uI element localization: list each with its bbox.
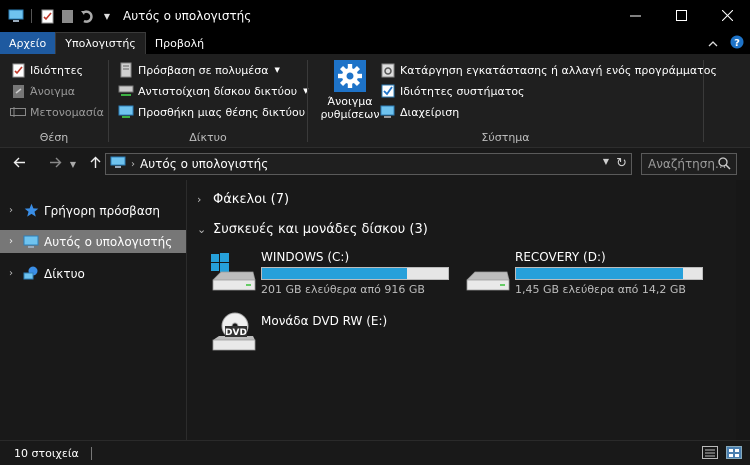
expand-chevron-icon[interactable]: › [0,268,22,279]
breadcrumb-chevron-icon[interactable]: › [131,159,135,170]
ribbon-group-label: Σύστημα [481,131,530,144]
navigation-pane: › Γρήγορη πρόσβαση › Αυτός ο υπολογιστής… [0,180,186,440]
rename-button[interactable]: Μετονομασία [10,104,104,120]
maximize-icon[interactable] [658,0,704,30]
sidebar-item-this-pc[interactable]: › Αυτός ο υπολογιστής [0,230,186,253]
ribbon-group-network: Πρόσβαση σε πολυμέσα ▼ Αντιστοίχιση δίσκ… [109,54,308,148]
ribbon-group-location: Ιδιότητες Άνοιγμα Μετονομασία Θέση [0,54,108,148]
search-box[interactable]: Αναζήτηση... [641,153,737,175]
up-arrow-icon[interactable] [86,156,104,173]
access-media-button[interactable]: Πρόσβαση σε πολυμέσα ▼ [118,62,280,78]
properties-icon[interactable] [39,8,55,24]
drive-name: RECOVERY (D:) [515,250,606,264]
drive-free-space: 1,45 GB ελεύθερα από 14,2 GB [515,283,686,296]
navigation-bar: ▼ › Αυτός ο υπολογιστής ▼ ↻ Αναζήτηση... [0,148,750,180]
dvd-label: DVD [225,328,247,338]
ribbon-group-system: Άνοιγμα ρυθμίσεων Κατάργηση εγκατάστασης… [308,54,717,148]
tab-view[interactable]: Προβολή [146,32,213,54]
group-header-folders[interactable]: › Φάκελοι (7) [197,192,289,207]
manage-button[interactable]: Διαχείριση [380,104,459,120]
drive-used-fill [516,268,684,279]
forward-arrow-icon[interactable] [46,156,64,172]
help-icon[interactable]: ? [730,35,744,52]
refresh-icon[interactable]: ↻ [616,156,627,171]
properties-icon [10,62,26,78]
svg-text:?: ? [734,38,740,49]
quick-access-toolbar: ▼ [0,8,115,24]
ribbon-tabs: Αρχείο Υπολογιστής Προβολή ? [0,32,750,54]
map-network-drive-button[interactable]: Αντιστοίχιση δίσκου δικτύου ▼ [118,83,308,99]
settings-gear-icon [334,60,366,92]
vertical-scrollbar[interactable] [736,180,750,440]
search-icon[interactable] [718,157,731,173]
uninstall-icon [380,62,396,78]
open-button[interactable]: Άνοιγμα [10,83,75,99]
ribbon: Ιδιότητες Άνοιγμα Μετονομασία Θέση Πρόσβ… [0,54,750,148]
address-bar[interactable]: › Αυτός ο υπολογιστής ▼ ↻ [105,153,632,175]
window-title: Αυτός ο υπολογιστής [123,9,252,23]
collapse-chevron-icon[interactable]: ⌄ [197,223,207,236]
breadcrumb-this-pc[interactable]: Αυτός ο υπολογιστής [140,157,268,171]
expand-chevron-icon[interactable]: › [0,205,22,216]
large-icons-view-icon[interactable] [726,446,742,462]
close-icon[interactable] [704,0,750,30]
title-bar: ▼ Αυτός ο υπολογιστής [0,0,750,32]
ribbon-group-label: Δίκτυο [189,131,227,144]
file-view: › Φάκελοι (7) ⌄ Συσκευές και μονάδες δίσ… [186,180,750,440]
expand-chevron-icon[interactable]: › [197,193,207,206]
window-controls [612,0,750,30]
add-network-location-button[interactable]: Προσθήκη μιας θέσης δικτύου [118,104,305,120]
tab-file[interactable]: Αρχείο [0,32,56,54]
customize-qat-icon[interactable]: ▼ [99,8,115,24]
computer-management-icon [380,104,396,120]
drive-d[interactable]: RECOVERY (D:) 1,45 GB ελεύθερα από 14,2 … [463,250,703,298]
back-arrow-icon[interactable] [10,156,28,172]
network-drive-icon [118,83,134,99]
computer-icon [110,156,126,172]
item-count: 10 στοιχεία [14,446,79,460]
drive-capacity-bar [515,267,703,280]
drive-capacity-bar [261,267,449,280]
windows-drive-icon [209,250,257,298]
status-bar: 10 στοιχεία [0,440,750,465]
group-header-devices[interactable]: ⌄ Συσκευές και μονάδες δίσκου (3) [197,222,428,237]
undo-icon[interactable] [79,8,95,24]
network-location-icon [118,104,134,120]
search-placeholder: Αναζήτηση... [648,157,727,171]
open-icon [10,83,26,99]
properties-button[interactable]: Ιδιότητες [10,62,83,78]
media-server-icon [118,62,134,78]
details-view-icon[interactable] [702,446,718,462]
chevron-up-icon[interactable] [708,37,718,50]
drive-used-fill [262,268,408,279]
system-properties-button[interactable]: Ιδιότητες συστήματος [380,83,525,99]
system-properties-icon [380,83,396,99]
network-icon [22,265,40,283]
hard-drive-icon [463,250,511,298]
drive-e-dvd[interactable]: DVD Μονάδα DVD RW (E:) [209,310,387,358]
new-folder-icon[interactable] [59,8,75,24]
drive-name: Μονάδα DVD RW (E:) [261,314,388,328]
address-history-dropdown-icon[interactable]: ▼ [603,157,609,166]
recent-locations-chevron-icon[interactable]: ▼ [64,160,82,169]
open-settings-button[interactable]: Άνοιγμα ρυθμίσεων [314,60,386,121]
drive-name: WINDOWS (C:) [261,250,350,264]
rename-icon [10,104,26,120]
expand-chevron-icon[interactable]: › [0,236,22,247]
star-icon [22,202,40,220]
drive-free-space: 201 GB ελεύθερα από 916 GB [261,283,425,296]
ribbon-group-label: Θέση [39,131,69,144]
uninstall-program-button[interactable]: Κατάργηση εγκατάστασης ή αλλαγή ενός προ… [380,62,717,78]
dvd-drive-icon: DVD [209,310,257,358]
computer-icon[interactable] [8,8,24,24]
sidebar-item-quick-access[interactable]: › Γρήγορη πρόσβαση [0,199,186,222]
drive-c[interactable]: WINDOWS (C:) 201 GB ελεύθερα από 916 GB [209,250,449,298]
tab-computer[interactable]: Υπολογιστής [55,32,146,54]
computer-icon [22,233,40,251]
sidebar-item-network[interactable]: › Δίκτυο [0,262,186,285]
minimize-icon[interactable] [612,0,658,30]
